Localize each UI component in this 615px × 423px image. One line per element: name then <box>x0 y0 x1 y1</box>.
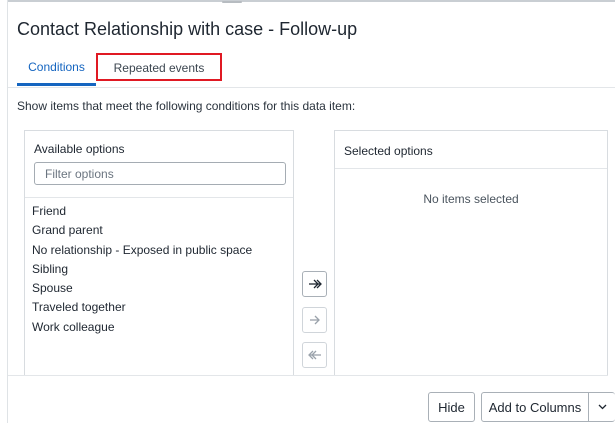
tab-repeated-events[interactable]: Repeated events <box>96 53 222 81</box>
option-item[interactable]: Friend <box>25 202 293 221</box>
double-arrow-right-icon <box>308 279 322 289</box>
chevron-down-icon <box>598 404 607 410</box>
double-arrow-left-icon <box>307 350 322 360</box>
option-item[interactable]: Spouse <box>25 279 293 298</box>
add-to-columns-button[interactable]: Add to Columns <box>481 392 589 422</box>
select-button[interactable] <box>302 307 327 333</box>
available-options-panel: Available options Friend Grand parent No… <box>24 130 294 375</box>
dialog-title: Contact Relationship with case - Follow-… <box>17 19 358 39</box>
option-item[interactable]: Sibling <box>25 260 293 279</box>
conditions-description: Show items that meet the following condi… <box>17 99 356 113</box>
select-all-button[interactable] <box>302 271 327 297</box>
deselect-all-button[interactable] <box>302 342 327 368</box>
arrow-right-icon <box>309 315 321 325</box>
no-items-message: No items selected <box>423 192 519 206</box>
add-to-columns-dropdown[interactable] <box>588 392 615 422</box>
tab-conditions[interactable]: Conditions <box>17 52 96 86</box>
available-options-list: Friend Grand parent No relationship - Ex… <box>25 202 293 337</box>
option-item[interactable]: Work colleague <box>25 318 293 337</box>
hide-button[interactable]: Hide <box>428 392 475 422</box>
footer-divider <box>8 375 608 376</box>
dialog-top-border <box>7 0 615 2</box>
selected-options-title: Selected options <box>344 144 433 158</box>
selected-options-panel: Selected options No items selected <box>334 130 608 375</box>
option-item[interactable]: Traveled together <box>25 298 293 317</box>
drag-handle[interactable] <box>222 1 242 3</box>
option-item[interactable]: Grand parent <box>25 221 293 240</box>
available-options-title: Available options <box>34 142 125 156</box>
tab-bar: Conditions Repeated events <box>8 52 615 88</box>
filter-options-input[interactable] <box>34 162 286 185</box>
option-item[interactable]: No relationship - Exposed in public spac… <box>25 241 293 260</box>
